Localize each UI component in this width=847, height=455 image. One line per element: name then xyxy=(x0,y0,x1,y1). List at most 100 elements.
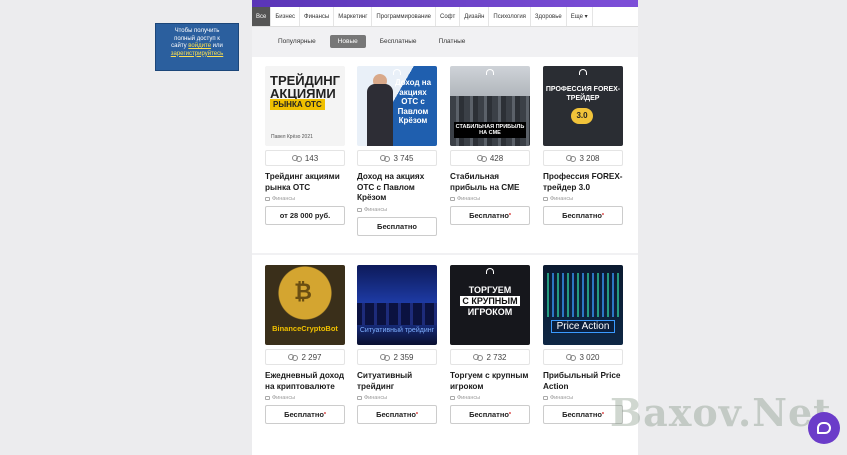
course-card[interactable]: СТАБИЛЬНАЯ ПРИБЫЛЬ НА CME 428 Стабильная… xyxy=(450,66,532,225)
course-title[interactable]: Торгуем с крупным игроком xyxy=(450,371,532,392)
tag-icon xyxy=(357,396,362,400)
views-counter: 428 xyxy=(450,150,530,166)
course-card[interactable]: ТОРГУЕМ С КРУПНЫМ ИГРОКОМ 2 732 Торгуем с … xyxy=(450,265,532,424)
price-button[interactable]: Бесплатно * xyxy=(543,206,623,225)
skyline xyxy=(357,303,437,325)
chat-button[interactable] xyxy=(808,412,840,444)
course-grid-row-1: ТРЕЙДИНГ АКЦИЯМИ РЫНКА OTC Павел Крёзо 20… xyxy=(252,57,638,253)
thumb-text: ПРОФЕССИЯ FOREX-ТРЕЙДЕР xyxy=(545,86,621,102)
course-title[interactable]: Профессия FOREX-трейдер 3.0 xyxy=(543,172,625,193)
course-thumbnail[interactable]: ТОРГУЕМ С КРУПНЫМ ИГРОКОМ xyxy=(450,265,530,345)
skyline xyxy=(450,96,530,146)
course-thumbnail[interactable]: Ситуативный трейдинг xyxy=(357,265,437,345)
filter-free[interactable]: Бесплатные xyxy=(372,35,425,48)
course-title[interactable]: Ежедневный доход на криптовалюте xyxy=(265,371,347,392)
course-title[interactable]: Стабильная прибыль на CME xyxy=(450,172,532,193)
course-thumbnail[interactable]: ₿ BinanceCryptoBot xyxy=(265,265,345,345)
version-badge: 3.0 xyxy=(571,108,593,124)
course-category[interactable]: Финансы xyxy=(265,196,347,202)
price-button[interactable]: Бесплатно xyxy=(357,216,437,236)
promo-line-2: полный доступ к xyxy=(174,35,220,42)
promo-line-1: Чтобы получить xyxy=(174,28,220,34)
nav-item-finance[interactable]: Финансы xyxy=(300,7,335,26)
site-watermark: Baxov.Net xyxy=(610,390,832,435)
course-thumbnail[interactable]: ПРОФЕССИЯ FOREX-ТРЕЙДЕР 3.0 xyxy=(543,66,623,146)
course-card[interactable]: Ситуативный трейдинг 2 359 Ситуативный т… xyxy=(357,265,439,424)
filter-new[interactable]: Новые xyxy=(329,35,366,48)
nav-item-business[interactable]: Бизнес xyxy=(271,7,301,26)
course-thumbnail[interactable]: СТАБИЛЬНАЯ ПРИБЫЛЬ НА CME xyxy=(450,66,530,146)
course-category[interactable]: Финансы xyxy=(357,395,439,401)
price-button[interactable]: Бесплатно * xyxy=(450,206,530,225)
price-button[interactable]: Бесплатно * xyxy=(450,405,530,424)
course-category[interactable]: Финансы xyxy=(543,196,625,202)
nav-item-more[interactable]: Еще ▾ xyxy=(567,7,593,26)
promo-text: сайту xyxy=(171,43,189,49)
views-counter: 2 359 xyxy=(357,349,437,365)
course-card[interactable]: ТРЕЙДИНГ АКЦИЯМИ РЫНКА OTC Павел Крёзо 20… xyxy=(265,66,347,225)
views-counter: 143 xyxy=(265,150,345,166)
thumb-text: СТАБИЛЬНАЯ ПРИБЫЛЬ НА CME xyxy=(454,122,526,138)
tag-icon xyxy=(357,207,362,212)
course-title[interactable]: Ситуативный трейдинг xyxy=(357,371,439,392)
filter-popular[interactable]: Популярные xyxy=(270,35,324,48)
users-icon xyxy=(473,353,484,361)
thumb-text: Price Action xyxy=(551,320,615,333)
course-title[interactable]: Трейдинг акциями рынка OTC xyxy=(265,172,347,193)
presenter-figure xyxy=(367,84,393,146)
category-nav: Все Бизнес Финансы Маркетинг Программиро… xyxy=(252,7,638,27)
chat-bubble-icon xyxy=(817,422,831,434)
course-card[interactable]: ПРОФЕССИЯ FOREX-ТРЕЙДЕР 3.0 3 208 Профес… xyxy=(543,66,625,225)
thumb-text: Доход на акциях OTC с Павлом Крёзом xyxy=(394,78,432,125)
thumb-band: РЫНКА OTC xyxy=(270,99,325,110)
course-category[interactable]: Финансы xyxy=(357,207,439,213)
logo-icon xyxy=(393,69,401,75)
nav-item-psychology[interactable]: Психология xyxy=(489,7,531,26)
views-counter: 2 297 xyxy=(265,349,345,365)
thumb-text: BinanceCryptoBot xyxy=(272,324,338,333)
logo-icon xyxy=(486,268,494,274)
nav-item-design[interactable]: Дизайн xyxy=(460,7,490,26)
thumb-text: ТРЕЙДИНГ АКЦИЯМИ xyxy=(270,73,340,101)
views-counter: 3 020 xyxy=(543,349,623,365)
login-link[interactable]: войдите xyxy=(188,43,211,49)
catalog-page: Все Бизнес Финансы Маркетинг Программиро… xyxy=(252,0,638,455)
thumb-author: Павел Крёзо 2021 xyxy=(271,134,313,140)
thumb-text: ТОРГУЕМ С КРУПНЫМ ИГРОКОМ xyxy=(460,285,520,317)
price-button[interactable]: от 28 000 руб. xyxy=(265,206,345,225)
users-icon xyxy=(566,353,577,361)
views-counter: 3 208 xyxy=(543,150,623,166)
course-thumbnail[interactable]: Price Action xyxy=(543,265,623,345)
course-thumbnail[interactable]: ТРЕЙДИНГ АКЦИЯМИ РЫНКА OTC Павел Крёзо 20… xyxy=(265,66,345,146)
course-card[interactable]: Доход на акциях OTC с Павлом Крёзом 3 74… xyxy=(357,66,439,236)
sort-filters: Популярные Новые Бесплатные Платные xyxy=(252,27,638,57)
course-title[interactable]: Доход на акциях OTC с Павлом Крёзом xyxy=(357,172,439,204)
users-icon xyxy=(380,154,391,162)
promo-line-3: сайту войдите или xyxy=(159,43,235,51)
price-button[interactable]: Бесплатно * xyxy=(265,405,345,424)
promo-text: или xyxy=(210,43,223,49)
bitcoin-icon: ₿ xyxy=(294,279,312,304)
price-button[interactable]: Бесплатно * xyxy=(357,405,437,424)
course-thumbnail[interactable]: Доход на акциях OTC с Павлом Крёзом xyxy=(357,66,437,146)
nav-item-marketing[interactable]: Маркетинг xyxy=(334,7,373,26)
course-category[interactable]: Финансы xyxy=(450,196,532,202)
tag-icon xyxy=(265,396,270,400)
register-link[interactable]: зарегистрируйтесь xyxy=(159,51,235,59)
course-title[interactable]: Прибыльный Price Action xyxy=(543,371,625,392)
nav-item-programming[interactable]: Программирование xyxy=(372,7,437,26)
tag-icon xyxy=(543,396,548,400)
course-card[interactable]: ₿ BinanceCryptoBot 2 297 Ежедневный дохо… xyxy=(265,265,347,424)
tag-icon xyxy=(450,197,455,201)
filter-paid[interactable]: Платные xyxy=(431,35,474,48)
course-category[interactable]: Финансы xyxy=(265,395,347,401)
logo-icon xyxy=(579,69,587,75)
course-category[interactable]: Финансы xyxy=(450,395,532,401)
users-icon xyxy=(291,154,302,162)
nav-item-health[interactable]: Здоровье xyxy=(531,7,567,26)
users-icon xyxy=(566,154,577,162)
users-icon xyxy=(288,353,299,361)
nav-item-all[interactable]: Все xyxy=(252,7,272,26)
views-counter: 2 732 xyxy=(450,349,530,365)
nav-item-software[interactable]: Софт xyxy=(436,7,461,26)
